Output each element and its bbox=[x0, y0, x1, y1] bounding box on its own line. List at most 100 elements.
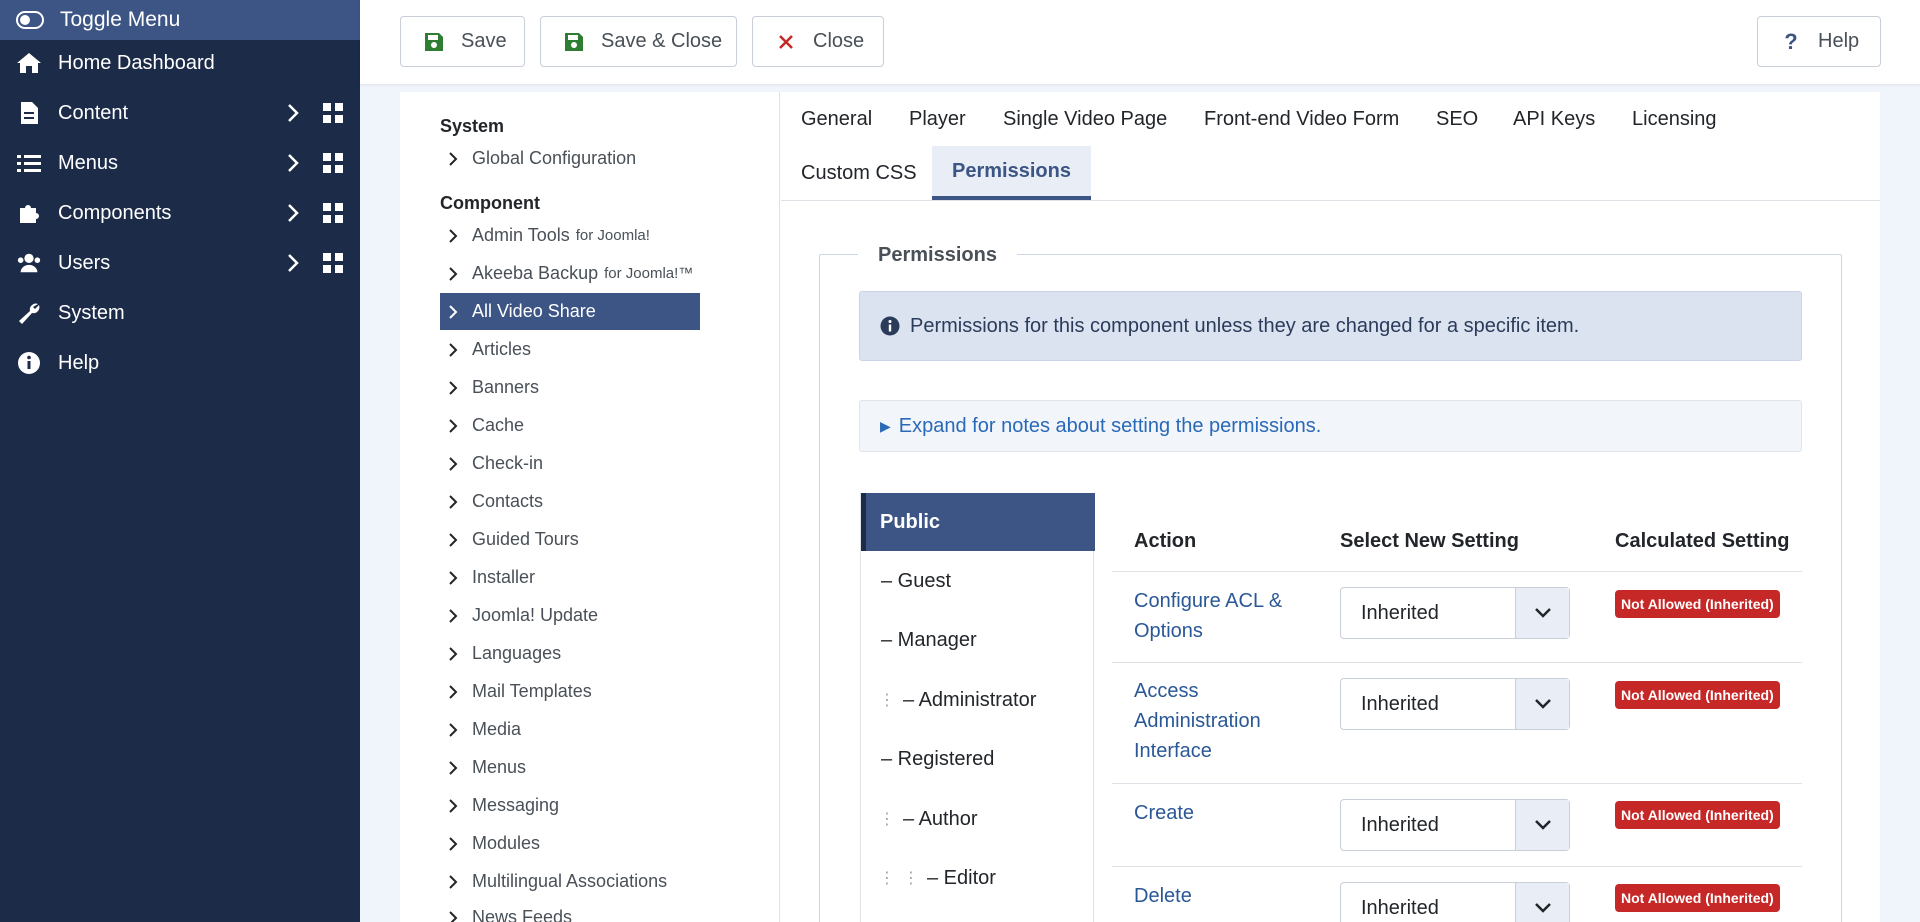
group-label: Public bbox=[880, 510, 941, 533]
info-icon bbox=[880, 316, 900, 336]
sidebar: Toggle Menu Home Dashboard Content Menus… bbox=[0, 0, 360, 922]
indent-dots-icon: ⋮ bbox=[879, 692, 903, 709]
sidebar-item-users[interactable]: Users bbox=[0, 238, 360, 288]
sidebar-item-label: Home Dashboard bbox=[58, 51, 215, 74]
group-guest[interactable]: – Guest bbox=[861, 552, 1095, 610]
group-editor[interactable]: ⋮⋮ – Editor bbox=[861, 849, 1095, 907]
tab-general[interactable]: General bbox=[781, 92, 892, 146]
dashboard-grid-icon[interactable] bbox=[322, 252, 344, 274]
permissions-notes-toggle[interactable]: ▶ Expand for notes about setting the per… bbox=[859, 400, 1802, 452]
sidebar-item-home-dashboard[interactable]: Home Dashboard bbox=[0, 38, 360, 88]
tab-front-end-video-form[interactable]: Front-end Video Form bbox=[1184, 92, 1419, 146]
chevron-right-icon[interactable] bbox=[282, 102, 304, 124]
chevron-right-icon[interactable] bbox=[282, 152, 304, 174]
tree-item[interactable]: Menus bbox=[440, 749, 700, 786]
group-author[interactable]: ⋮ – Author bbox=[861, 790, 1095, 848]
wrench-icon bbox=[16, 300, 42, 326]
component-tree: System Global Configuration Component Ad… bbox=[400, 92, 780, 922]
chevron-right-icon[interactable] bbox=[282, 252, 304, 274]
sidebar-item-components[interactable]: Components bbox=[0, 188, 360, 238]
tab-licensing[interactable]: Licensing bbox=[1612, 92, 1737, 146]
home-icon bbox=[16, 50, 42, 76]
tree-item[interactable]: Contacts bbox=[440, 483, 700, 520]
tree-item[interactable]: Check-in bbox=[440, 445, 700, 482]
dashboard-grid-icon[interactable] bbox=[322, 102, 344, 124]
chevron-right-icon bbox=[446, 722, 460, 737]
sidebar-item-help[interactable]: Help bbox=[0, 338, 360, 388]
setting-select-access-admin[interactable]: Inherited bbox=[1340, 678, 1570, 730]
tree-item[interactable]: Akeeba Backup for Joomla!™ bbox=[440, 255, 700, 292]
tree-item[interactable]: Banners bbox=[440, 369, 700, 406]
setting-select-delete[interactable]: Inherited bbox=[1340, 882, 1570, 922]
tree-item-global-configuration[interactable]: Global Configuration bbox=[440, 140, 700, 177]
tree-item[interactable]: Cache bbox=[440, 407, 700, 444]
action-delete: Delete bbox=[1134, 885, 1192, 907]
select-value: Inherited bbox=[1361, 813, 1439, 836]
chevron-down-icon bbox=[1515, 800, 1569, 850]
tree-item-label: Languages bbox=[472, 643, 562, 663]
help-button[interactable]: ? Help bbox=[1757, 16, 1881, 67]
group-registered[interactable]: – Registered bbox=[861, 730, 1095, 788]
sidebar-item-label: Content bbox=[58, 101, 129, 124]
calculated-badge: Not Allowed (Inherited) bbox=[1615, 884, 1780, 912]
group-public[interactable]: Public bbox=[861, 493, 1095, 551]
chevron-right-icon bbox=[446, 608, 460, 623]
tree-item[interactable]: Multilingual Associations bbox=[440, 863, 700, 900]
tree-item[interactable]: Languages bbox=[440, 635, 700, 672]
save-button[interactable]: Save bbox=[400, 16, 525, 67]
column-header-calculated: Calculated Setting bbox=[1615, 530, 1790, 552]
setting-select-create[interactable]: Inherited bbox=[1340, 799, 1570, 851]
tree-item-label: Joomla! Update bbox=[472, 605, 599, 625]
tab-api-keys[interactable]: API Keys bbox=[1493, 92, 1615, 146]
chevron-right-icon bbox=[446, 342, 460, 357]
tree-item-label: Multilingual Associations bbox=[472, 871, 668, 891]
tree-item-label: Modules bbox=[472, 833, 541, 853]
chevron-right-icon bbox=[446, 380, 460, 395]
group-label: – Administrator bbox=[903, 688, 1037, 711]
chevron-down-icon bbox=[1515, 588, 1569, 638]
tree-item-label: Messaging bbox=[472, 795, 560, 815]
tab-player[interactable]: Player bbox=[889, 92, 986, 146]
tree-item[interactable]: Modules bbox=[440, 825, 700, 862]
tree-item-label: Menus bbox=[472, 757, 527, 777]
tree-item-active[interactable]: All Video Share bbox=[440, 293, 700, 330]
chevron-right-icon[interactable] bbox=[282, 202, 304, 224]
setting-select-configure-acl[interactable]: Inherited bbox=[1340, 587, 1570, 639]
sidebar-item-content[interactable]: Content bbox=[0, 88, 360, 138]
tree-item[interactable]: Mail Templates bbox=[440, 673, 700, 710]
action-configure-acl: Configure ACL & Options bbox=[1134, 590, 1283, 642]
chevron-right-icon bbox=[446, 304, 460, 319]
tree-item[interactable]: News Feeds bbox=[440, 899, 700, 922]
chevron-right-icon bbox=[446, 228, 460, 243]
tree-item[interactable]: Joomla! Update bbox=[440, 597, 700, 634]
tree-item-label: Cache bbox=[472, 415, 525, 435]
tab-custom-css[interactable]: Custom CSS bbox=[781, 146, 937, 200]
tree-item-label: Media bbox=[472, 719, 522, 739]
sidebar-item-label: Components bbox=[58, 201, 172, 224]
group-manager[interactable]: – Manager bbox=[861, 611, 1095, 669]
tree-item[interactable]: Admin Tools for Joomla! bbox=[440, 217, 700, 254]
dashboard-grid-icon[interactable] bbox=[322, 152, 344, 174]
tab-permissions[interactable]: Permissions bbox=[932, 146, 1091, 200]
sidebar-item-system[interactable]: System bbox=[0, 288, 360, 338]
close-button[interactable]: Close bbox=[752, 16, 884, 67]
tree-item[interactable]: Media bbox=[440, 711, 700, 748]
tree-item[interactable]: Messaging bbox=[440, 787, 700, 824]
tree-item[interactable]: Articles bbox=[440, 331, 700, 368]
group-administrator[interactable]: ⋮ – Administrator bbox=[861, 671, 1095, 729]
tab-single-video-page[interactable]: Single Video Page bbox=[983, 92, 1187, 146]
tree-item[interactable]: Installer bbox=[440, 559, 700, 596]
save-close-button[interactable]: Save & Close bbox=[540, 16, 737, 67]
sidebar-item-menus[interactable]: Menus bbox=[0, 138, 360, 188]
close-icon bbox=[775, 31, 797, 53]
action-access-admin: Access Administration Interface bbox=[1134, 680, 1261, 762]
tab-seo[interactable]: SEO bbox=[1416, 92, 1498, 146]
chevron-right-icon bbox=[446, 456, 460, 471]
tree-item-label: Articles bbox=[472, 339, 532, 359]
toggle-menu-button[interactable]: Toggle Menu bbox=[0, 0, 360, 40]
tree-item-label: Banners bbox=[472, 377, 540, 397]
chevron-right-icon bbox=[446, 151, 460, 166]
dashboard-grid-icon[interactable] bbox=[322, 202, 344, 224]
tree-item[interactable]: Guided Tours bbox=[440, 521, 700, 558]
puzzle-icon bbox=[16, 200, 42, 226]
